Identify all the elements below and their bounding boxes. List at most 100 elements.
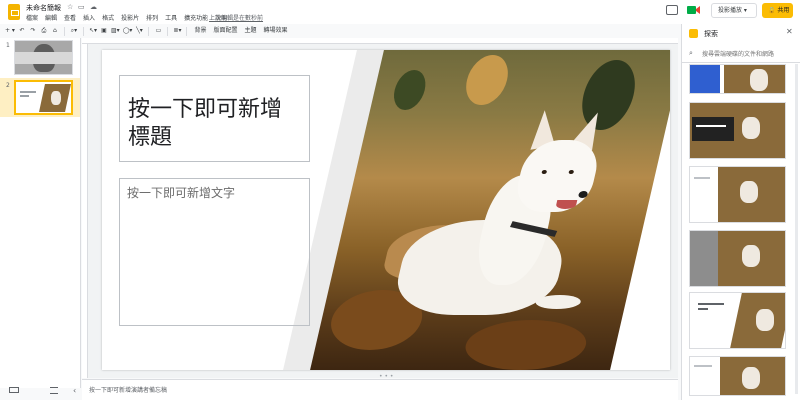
star-icon[interactable]: ☆ <box>67 3 73 11</box>
slide-thumbnail-2[interactable] <box>14 80 73 115</box>
explore-icon <box>689 29 698 38</box>
slides-logo-icon[interactable] <box>8 4 20 20</box>
grid-view-icon[interactable] <box>50 387 58 394</box>
collapse-filmstrip-icon[interactable]: ‹ <box>73 386 76 395</box>
slide-number: 1 <box>6 42 10 49</box>
new-slide-icon[interactable]: + ▾ <box>5 26 15 36</box>
suggestion-image <box>750 69 768 91</box>
menu-arrange[interactable]: 排列 <box>146 13 158 22</box>
title-placeholder[interactable]: 按一下即可新增標題 <box>119 75 310 162</box>
layout-suggestion[interactable] <box>689 64 786 94</box>
suggestion-image <box>756 309 774 331</box>
share-button[interactable]: 🔒 共用 <box>762 3 793 18</box>
present-label: 投影播放 <box>718 7 743 14</box>
align-icon[interactable]: ≣▾ <box>173 26 181 36</box>
dog-paw <box>534 295 583 309</box>
move-folder-icon[interactable]: ▭ <box>78 3 85 11</box>
close-icon[interactable]: ✕ <box>786 27 793 36</box>
menu-bar: 檔案 編輯 查看 插入 格式 投影片 排列 工具 擴充功能 說明 <box>26 13 227 22</box>
select-icon[interactable]: ↖▾ <box>89 26 97 36</box>
title-bar: 未命名簡報 ☆ ▭ ☁ 檔案 編輯 查看 插入 格式 投影片 排列 工具 擴充功… <box>0 0 800 24</box>
body-placeholder[interactable]: 按一下即可新增文字 <box>119 178 310 326</box>
slide-filmstrip: 1 2 <box>0 38 81 388</box>
textbox-icon[interactable]: ▣ <box>100 26 108 36</box>
dog-nose <box>577 191 589 198</box>
line-icon[interactable]: ╲▾ <box>135 26 143 36</box>
redo-icon[interactable]: ↷ <box>29 26 37 36</box>
toolbar-divider <box>148 26 150 36</box>
suggestion-image <box>690 231 718 286</box>
speaker-notes[interactable]: 按一下即可新增演講者備忘稿 <box>82 379 678 400</box>
undo-icon[interactable]: ↶ <box>18 26 26 36</box>
foliage <box>460 320 592 370</box>
document-title[interactable]: 未命名簡報 <box>26 3 61 13</box>
suggestion-image <box>742 367 760 389</box>
toolbar: + ▾ ↶ ↷ ⎙ ⌂ ⌕▾ ↖▾ ▣ ▨▾ ◯▾ ╲▾ ▭ ≣▾ 背景 版面配… <box>5 25 678 37</box>
layout-suggestion[interactable] <box>689 166 786 223</box>
image-icon[interactable]: ▨▾ <box>111 26 120 36</box>
toolbar-divider <box>82 26 84 36</box>
toolbar-divider <box>186 26 188 36</box>
print-icon[interactable]: ⎙ <box>40 26 48 36</box>
menu-format[interactable]: 格式 <box>102 13 114 22</box>
thumbnail-title-band <box>15 52 72 64</box>
toolbar-divider <box>63 26 65 36</box>
menu-insert[interactable]: 插入 <box>83 13 95 22</box>
suggestion-image <box>742 117 760 139</box>
theme-button[interactable]: 主題 <box>243 26 259 36</box>
suggestion-text-line <box>694 177 710 179</box>
menu-edit[interactable]: 編輯 <box>45 13 57 22</box>
cloud-status-icon[interactable]: ☁ <box>90 3 97 11</box>
suggestion-text-box <box>692 117 734 141</box>
slide-number: 2 <box>6 82 10 89</box>
explore-panel: 探索 ✕ ⌕ <box>681 24 800 400</box>
suggestion-image <box>740 181 758 203</box>
suggestion-image <box>742 245 760 267</box>
slide-thumbnail-1[interactable] <box>14 40 73 75</box>
last-edit-link[interactable]: 上次編輯是在數秒前 <box>209 13 263 22</box>
share-label: 共用 <box>777 7 790 14</box>
suggestion-text-line <box>696 125 726 127</box>
suggestion-image <box>690 65 720 93</box>
background-button[interactable]: 背景 <box>192 26 208 36</box>
transition-button[interactable]: 轉場效果 <box>262 26 290 36</box>
thumbnail-title-line <box>20 91 36 93</box>
suggestion-text-line <box>694 365 712 367</box>
dog-mouth <box>555 200 578 209</box>
panel-scrollbar[interactable] <box>795 64 798 394</box>
menu-view[interactable]: 查看 <box>64 13 76 22</box>
suggestion-text-line <box>698 303 724 305</box>
explore-title: 探索 <box>704 30 718 38</box>
divider <box>682 62 800 63</box>
menu-tools[interactable]: 工具 <box>165 13 177 22</box>
menu-extensions[interactable]: 擴充功能 <box>184 13 208 22</box>
layout-suggestion[interactable] <box>689 292 786 349</box>
comment-history-icon[interactable] <box>666 5 678 15</box>
menu-file[interactable]: 檔案 <box>26 13 38 22</box>
explore-search-input[interactable] <box>702 48 794 60</box>
speaker-notes-placeholder[interactable]: 按一下即可新增演講者備忘稿 <box>89 385 167 394</box>
slide[interactable]: 按一下即可新增標題 按一下即可新增文字 <box>102 50 670 370</box>
shape-icon[interactable]: ◯▾ <box>123 26 133 36</box>
present-button[interactable]: 投影播放 ▾ <box>711 3 757 18</box>
layout-suggestion[interactable] <box>689 356 786 396</box>
layout-suggestion[interactable] <box>689 102 786 159</box>
slide-body-text[interactable]: 按一下即可新增文字 <box>127 184 235 201</box>
toolbar-divider <box>167 26 169 36</box>
slide-title[interactable]: 按一下即可新增標題 <box>128 96 298 152</box>
foliage <box>390 70 430 110</box>
thumbnail-title-line <box>20 95 29 97</box>
zoom-icon[interactable]: ⌕▾ <box>70 26 78 36</box>
foliage <box>461 55 513 105</box>
meet-icon[interactable] <box>686 4 702 16</box>
filmstrip-view-icon[interactable] <box>9 387 19 393</box>
slide-canvas: 按一下即可新增標題 按一下即可新增文字 • • • <box>88 44 678 380</box>
search-icon: ⌕ <box>689 49 693 57</box>
paint-format-icon[interactable]: ⌂ <box>51 26 59 36</box>
layout-button[interactable]: 版面配置 <box>211 26 239 36</box>
layout-suggestion[interactable] <box>689 230 786 287</box>
comment-add-icon[interactable]: ▭ <box>154 26 162 36</box>
thumbnail-image <box>51 91 61 105</box>
menu-slide[interactable]: 投影片 <box>121 13 139 22</box>
suggestion-text-line <box>698 308 708 310</box>
